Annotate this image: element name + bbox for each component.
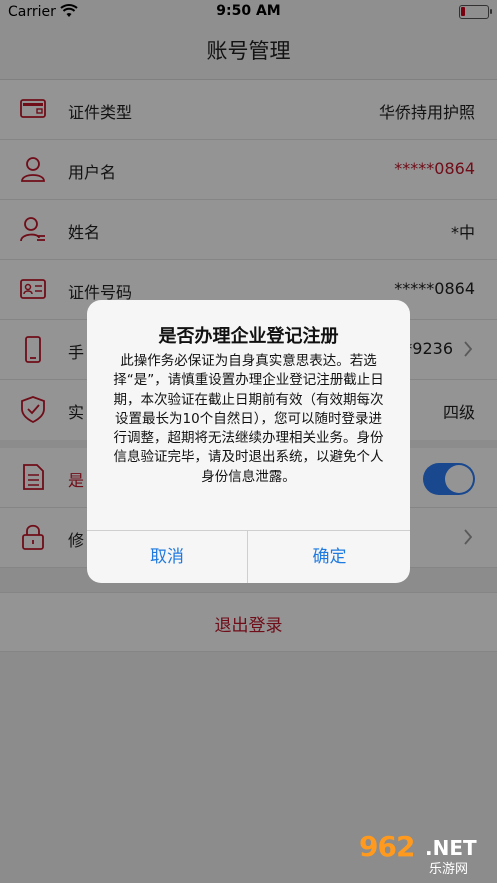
dialog-button-bar: 取消 确定 xyxy=(87,530,410,583)
dialog-message: 此操作务必保证为自身真实意思表达。若选择“是”，请慎重设置办理企业登记注册截止日… xyxy=(113,353,384,485)
cancel-button[interactable]: 取消 xyxy=(87,531,248,583)
watermark-number: 962 xyxy=(359,830,415,863)
confirm-button[interactable]: 确定 xyxy=(249,531,410,583)
watermark-site: 乐游网 xyxy=(429,862,469,877)
dialog-title: 是否办理企业登记注册 xyxy=(158,326,339,347)
confirm-dialog: 是否办理企业登记注册 此操作务必保证为自身真实意思表达。若选择“是”，请慎重设置… xyxy=(87,300,410,583)
watermark-logo: 962 .NET 乐游网 xyxy=(359,830,487,878)
watermark-net: .NET xyxy=(425,836,477,860)
